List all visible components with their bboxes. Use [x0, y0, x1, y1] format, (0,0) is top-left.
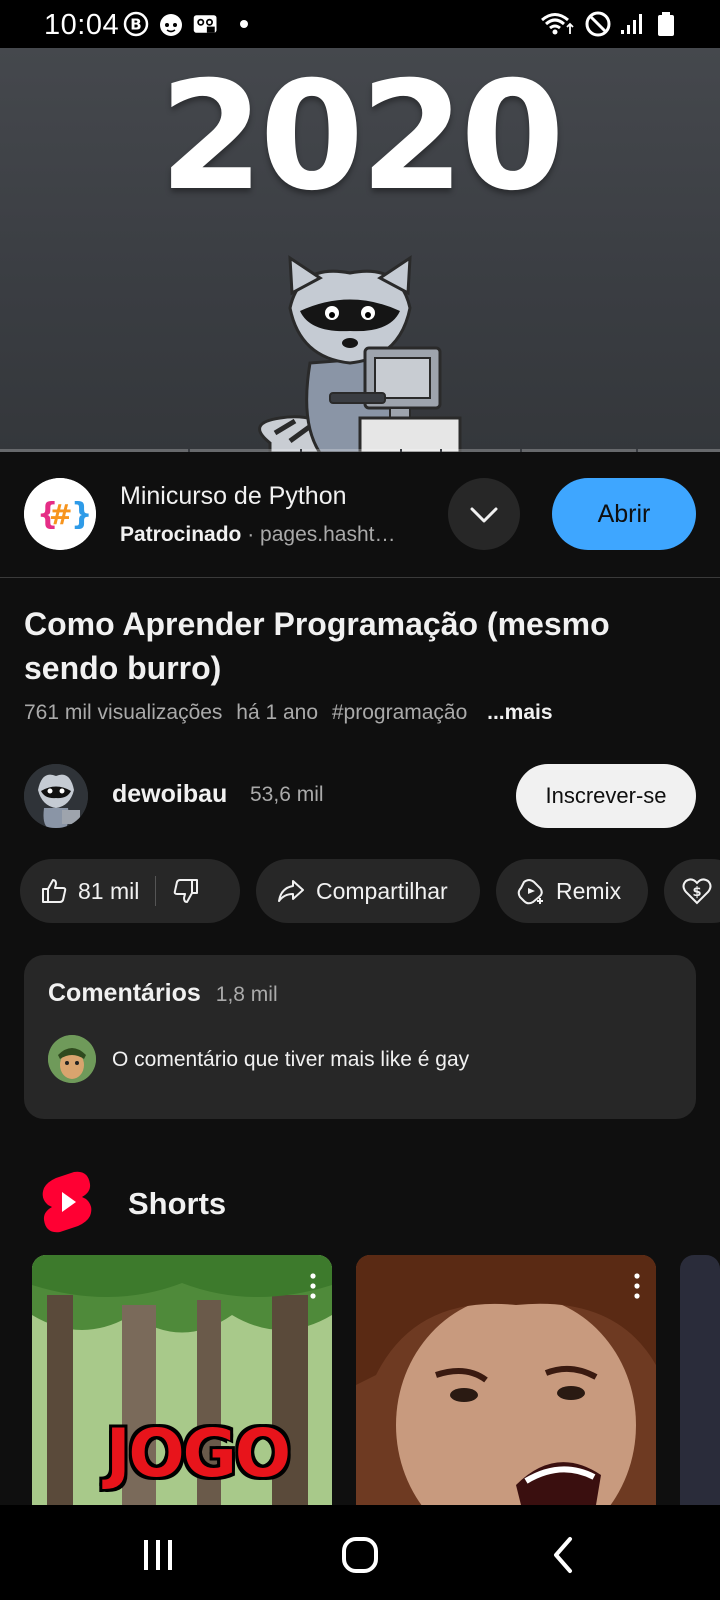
channel-avatar[interactable]	[24, 764, 88, 828]
channel-name[interactable]: dewoibau	[112, 780, 227, 809]
back-icon[interactable]	[534, 1525, 594, 1585]
ad-title[interactable]: Minicurso de Python	[120, 482, 347, 511]
raccoon-illustration	[258, 255, 462, 452]
ad-open-button[interactable]: Abrir	[552, 478, 696, 550]
ad-subtitle: Patrocinado · pages.hasht…	[120, 523, 395, 547]
video-metadata[interactable]: 761 mil visualizações há 1 ano #programa…	[24, 701, 561, 725]
like-divider	[155, 876, 157, 906]
status-time: 10:04	[44, 9, 120, 41]
thumbs-down-icon[interactable]	[172, 877, 200, 905]
like-dislike-group: 81 mil	[20, 859, 240, 923]
remix-label: Remix	[556, 877, 622, 904]
like-button[interactable]: 81 mil	[20, 877, 139, 905]
top-comment-text: O comentário que tiver mais like é gay	[112, 1048, 470, 1071]
raccoon-avatar-icon	[24, 764, 88, 828]
ad-separator: ·	[247, 523, 255, 546]
shorts-heading: Shorts	[128, 1186, 227, 1221]
subscribe-button[interactable]: Inscrever-se	[516, 764, 696, 828]
home-icon[interactable]	[330, 1525, 390, 1585]
comments-label: Comentários	[48, 979, 201, 1007]
remix-icon	[517, 879, 543, 905]
share-button[interactable]: Compartilhar	[256, 859, 480, 923]
view-count: 761 mil visualizações	[24, 701, 223, 724]
do-not-disturb-icon	[585, 11, 611, 37]
system-nav-bar	[0, 1505, 720, 1600]
face-notification-icon	[160, 14, 182, 36]
status-bar: 10:04 B	[0, 0, 720, 48]
share-icon	[278, 880, 304, 902]
battery-icon	[658, 12, 674, 36]
comments-heading: Comentários 1,8 mil	[48, 979, 278, 1008]
thanks-button[interactable]: $	[664, 859, 720, 923]
remix-button[interactable]: Remix	[496, 859, 648, 923]
commenter-avatar	[48, 1035, 96, 1083]
shorts-logo-icon	[42, 1171, 92, 1233]
signal-icon	[621, 14, 642, 34]
b-badge-icon: B	[123, 11, 149, 37]
short-overlay-text: JOGO	[106, 1415, 291, 1492]
heart-dollar-icon: $	[682, 878, 712, 905]
more-vert-icon[interactable]	[634, 1273, 640, 1299]
hashtag-link[interactable]: #programação	[332, 701, 467, 724]
video-overlay-text: 2020	[159, 50, 564, 224]
svg-text:}: }	[71, 497, 92, 532]
short-card[interactable]	[356, 1255, 656, 1505]
svg-text:#: #	[49, 498, 72, 531]
comments-panel[interactable]: Comentários 1,8 mil O comentário que tiv…	[24, 955, 696, 1119]
wifi-icon	[541, 13, 574, 35]
ad-sponsored-label: Patrocinado	[120, 523, 242, 546]
like-count: 81 mil	[78, 877, 140, 904]
more-vert-icon[interactable]	[310, 1273, 316, 1299]
commenter-avatar-icon	[48, 1035, 96, 1083]
subscriber-count: 53,6 mil	[250, 783, 324, 806]
upload-age: há 1 ano	[236, 701, 319, 724]
more-link[interactable]: ...mais	[487, 701, 552, 724]
svg-text:B: B	[130, 16, 141, 34]
short-card[interactable]: JOGO	[32, 1255, 332, 1505]
recent-apps-icon[interactable]	[128, 1525, 188, 1585]
notification-dot-icon	[240, 20, 248, 28]
video-player[interactable]: 2020	[0, 48, 720, 452]
short-thumbnail-face	[356, 1255, 656, 1505]
short-card-partial[interactable]	[680, 1255, 720, 1505]
video-title[interactable]: Como Aprender Programação (mesmo sendo b…	[24, 602, 696, 690]
chevron-down-icon	[470, 507, 498, 523]
share-label: Compartilhar	[316, 877, 448, 904]
svg-text:$: $	[692, 885, 701, 900]
ad-expand-button[interactable]	[448, 478, 520, 550]
ad-domain: pages.hasht…	[260, 523, 396, 546]
voicemail-icon	[193, 15, 217, 33]
advertiser-logo[interactable]: { # }	[24, 478, 96, 550]
comments-count: 1,8 mil	[215, 983, 278, 1006]
thumbs-up-icon	[42, 879, 67, 903]
